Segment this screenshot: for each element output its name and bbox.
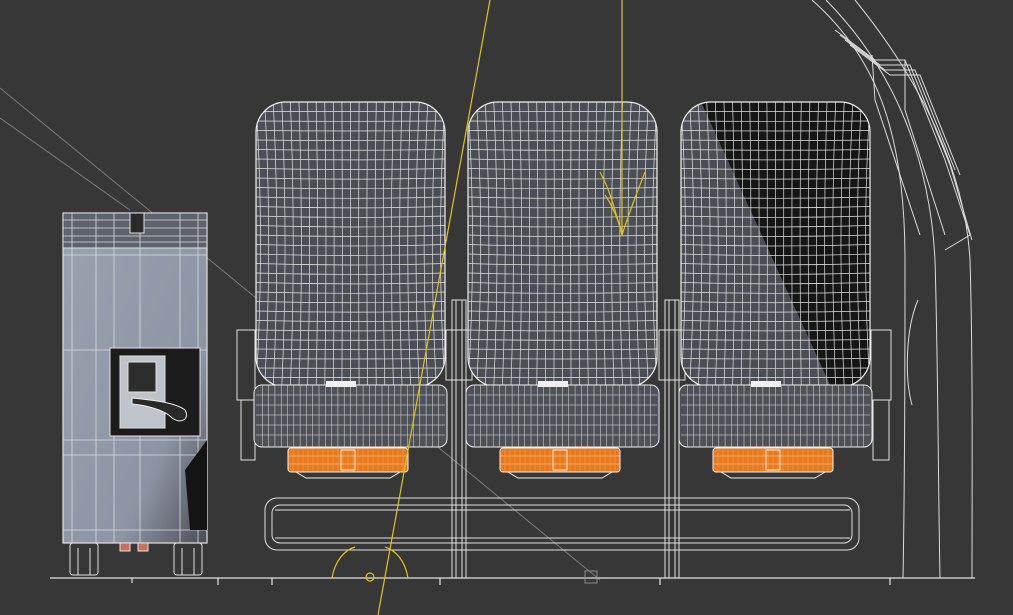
seat-back-middle[interactable] [465,101,660,479]
tray-table[interactable] [287,447,409,479]
tray-table[interactable] [712,447,834,479]
cart-wheels [69,542,203,576]
wireframe-viewport[interactable] [0,0,1013,615]
floor-line[interactable] [50,577,975,585]
galley-cart[interactable] [62,212,208,576]
tray-table[interactable] [499,447,621,479]
seat-back-left[interactable] [253,101,448,479]
seat-back-right[interactable] [678,101,873,479]
